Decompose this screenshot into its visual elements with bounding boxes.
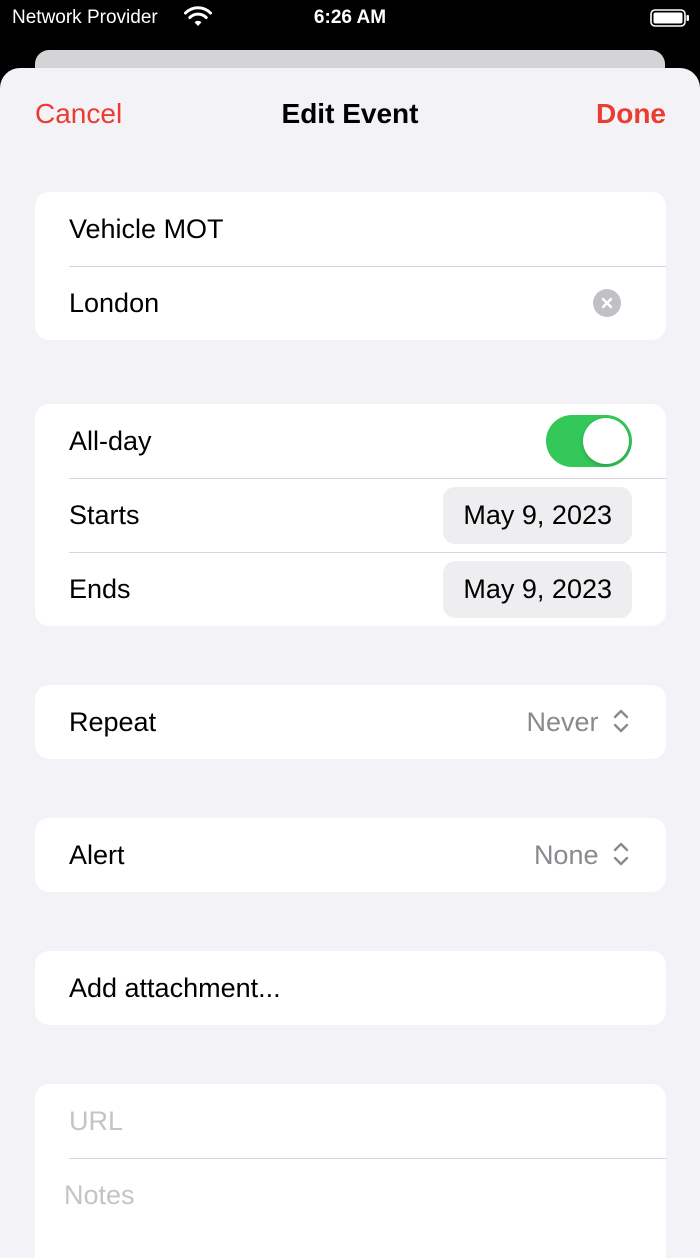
alert-value: None: [533, 840, 599, 870]
status-bar: Network Provider 6:26 AM: [0, 0, 700, 50]
toggle-knob: [583, 418, 629, 464]
edit-event-sheet: Cancel Edit Event Done All-day Starts Ma…: [0, 68, 700, 1258]
title-field[interactable]: [69, 192, 609, 266]
attachment-group: Add attachment...: [35, 951, 666, 1025]
all-day-row: All-day: [35, 404, 666, 478]
battery-icon: [650, 9, 689, 27]
repeat-label: Repeat: [69, 707, 157, 737]
clear-location-button[interactable]: [593, 289, 621, 317]
repeat-group: Repeat Never: [35, 685, 666, 759]
title-row: [35, 192, 666, 266]
chevron-up-down-icon: [613, 842, 629, 866]
start-date-picker[interactable]: May 9, 2023: [443, 487, 632, 544]
repeat-value: Never: [526, 707, 599, 737]
url-notes-group: [35, 1084, 666, 1258]
clear-icon: [601, 297, 613, 309]
end-date-picker[interactable]: May 9, 2023: [443, 561, 632, 618]
repeat-row: Repeat Never: [35, 685, 666, 759]
notes-field[interactable]: [64, 1158, 604, 1232]
add-attachment-label: Add attachment...: [69, 973, 281, 1003]
alert-label: Alert: [69, 840, 125, 870]
done-button[interactable]: Done: [596, 98, 666, 130]
location-field[interactable]: [69, 266, 609, 340]
status-time: 6:26 AM: [313, 7, 387, 28]
starts-row: Starts May 9, 2023: [35, 478, 666, 552]
url-field[interactable]: [69, 1084, 609, 1158]
repeat-picker[interactable]: Never: [526, 685, 630, 759]
title-location-group: [35, 192, 666, 340]
location-row: [35, 266, 666, 340]
url-row: [35, 1084, 666, 1158]
schedule-group: All-day Starts May 9, 2023 Ends May 9, 2…: [35, 404, 666, 626]
all-day-label: All-day: [69, 426, 152, 456]
starts-label: Starts: [69, 500, 140, 530]
ends-row: Ends May 9, 2023: [35, 552, 666, 626]
cancel-button[interactable]: Cancel: [35, 98, 122, 130]
alert-row: Alert None: [35, 818, 666, 892]
chevron-up-down-icon: [613, 709, 629, 733]
notes-row: [35, 1158, 666, 1232]
all-day-toggle[interactable]: [546, 415, 632, 467]
add-attachment-button[interactable]: Add attachment...: [35, 951, 666, 1025]
alert-picker[interactable]: None: [534, 818, 630, 892]
ends-label: Ends: [69, 574, 131, 604]
alert-group: Alert None: [35, 818, 666, 892]
